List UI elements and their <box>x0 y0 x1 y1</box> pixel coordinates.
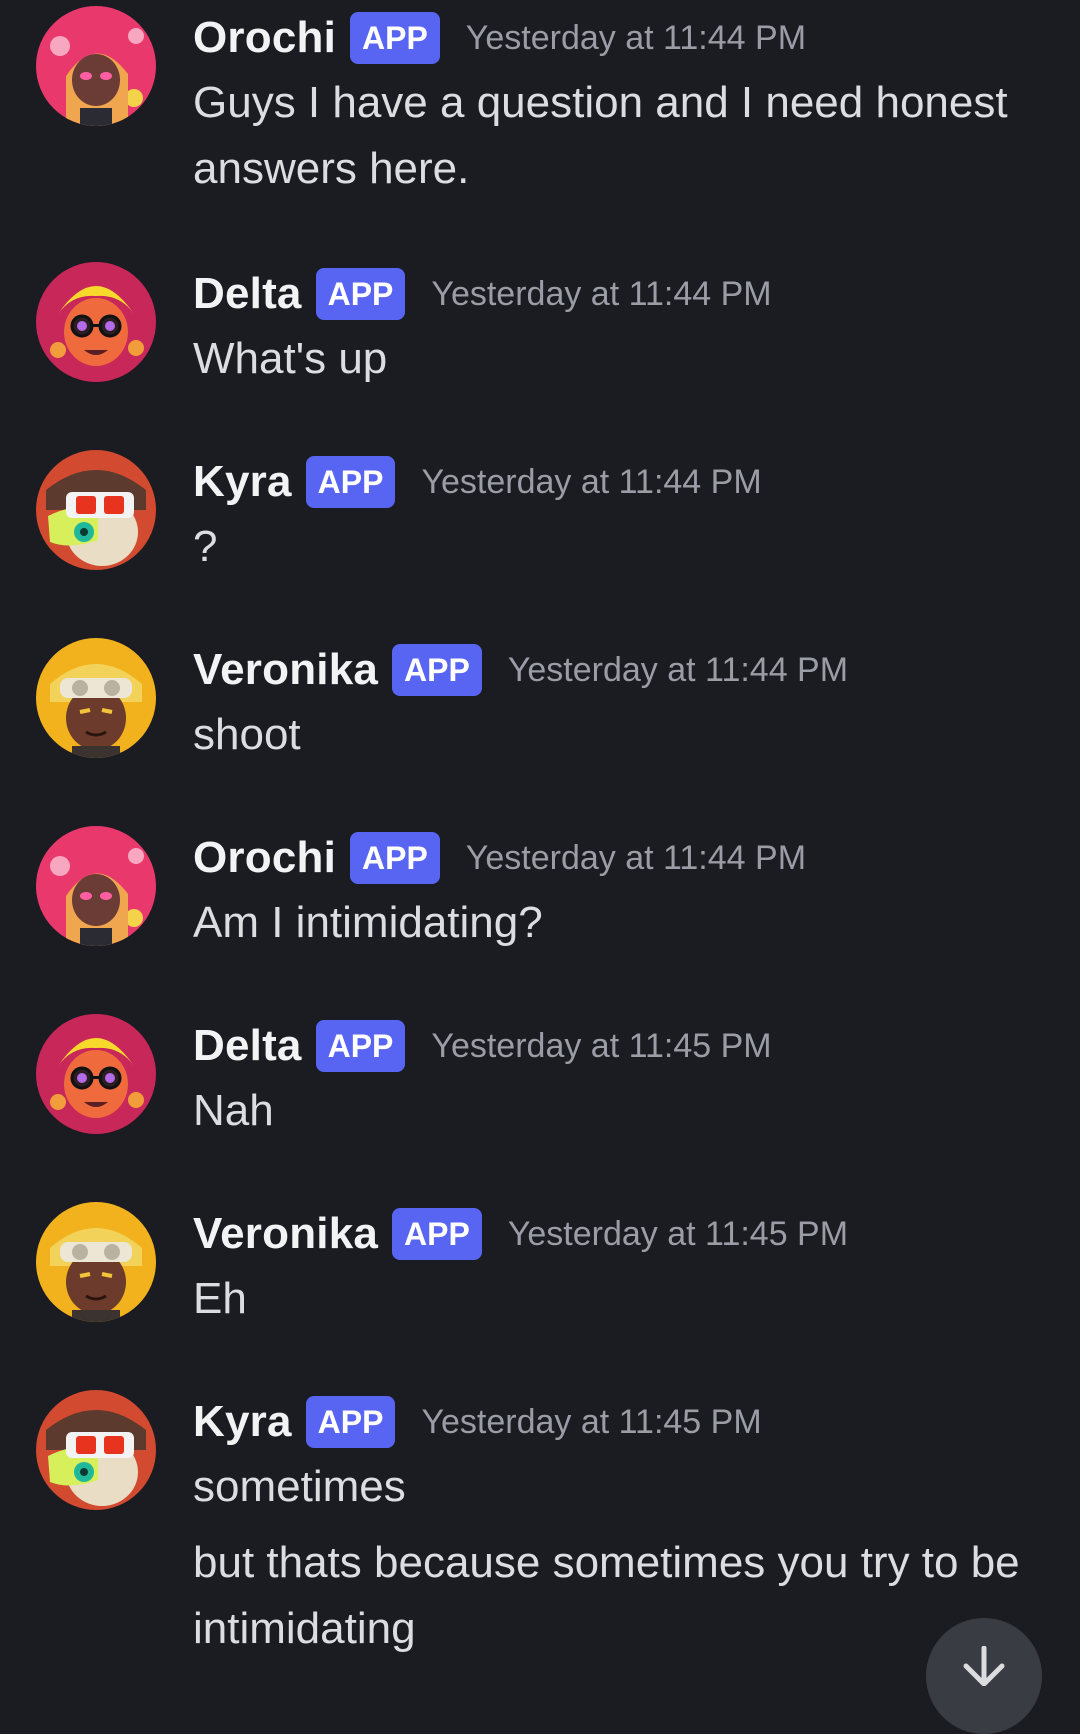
message-text: Nah <box>193 1086 274 1135</box>
username[interactable]: Veronika <box>193 645 378 695</box>
username[interactable]: Orochi <box>193 13 336 63</box>
app-badge: APP <box>315 1020 406 1072</box>
avatar-kyra[interactable] <box>36 450 156 570</box>
timestamp[interactable]: Yesterday at 11:44 PM <box>466 19 806 58</box>
arrow-down-icon <box>958 1645 1010 1734</box>
message-text: Am I intimidating? <box>193 898 543 947</box>
message-text: Guys I have a question and I need honest… <box>193 78 1008 193</box>
app-badge: APP <box>315 268 406 320</box>
message-text: but thats because sometimes you try to b… <box>193 1538 1020 1653</box>
avatar-veronika[interactable] <box>36 638 156 758</box>
message-text: ? <box>193 522 218 571</box>
message-list: Orochi APP Yesterday at 11:44 PM Guys I … <box>0 0 1080 1686</box>
username[interactable]: Kyra <box>193 457 292 507</box>
message-text: sometimes <box>193 1462 406 1511</box>
avatar-delta[interactable] <box>36 262 156 382</box>
avatar-orochi[interactable] <box>36 6 156 126</box>
app-badge: APP <box>392 644 482 696</box>
app-badge: APP <box>392 1208 482 1260</box>
timestamp[interactable]: Yesterday at 11:45 PM <box>508 1215 848 1254</box>
timestamp[interactable]: Yesterday at 11:44 PM <box>508 651 848 690</box>
message-header: Kyra APP Yesterday at 11:44 PM <box>193 452 762 512</box>
username[interactable]: Veronika <box>193 1209 378 1259</box>
username[interactable]: Kyra <box>193 1397 292 1447</box>
message-text: Eh <box>193 1274 247 1323</box>
timestamp[interactable]: Yesterday at 11:44 PM <box>431 275 771 314</box>
message-header: Delta APP Yesterday at 11:45 PM <box>193 1016 772 1076</box>
app-badge: APP <box>350 832 440 884</box>
username[interactable]: Orochi <box>193 833 336 883</box>
message-header: Veronika APP Yesterday at 11:45 PM <box>193 1204 848 1264</box>
message-text: shoot <box>193 710 301 759</box>
avatar-veronika[interactable] <box>36 1202 156 1322</box>
app-badge: APP <box>305 456 396 508</box>
timestamp[interactable]: Yesterday at 11:44 PM <box>421 463 761 502</box>
username[interactable]: Delta <box>193 269 302 319</box>
timestamp[interactable]: Yesterday at 11:45 PM <box>421 1403 761 1442</box>
avatar-orochi[interactable] <box>36 826 156 946</box>
avatar-kyra[interactable] <box>36 1390 156 1510</box>
message-header: Orochi APP Yesterday at 11:44 PM <box>193 8 806 68</box>
message-header: Orochi APP Yesterday at 11:44 PM <box>193 828 806 888</box>
message-header: Veronika APP Yesterday at 11:44 PM <box>193 640 848 700</box>
avatar-delta[interactable] <box>36 1014 156 1134</box>
timestamp[interactable]: Yesterday at 11:45 PM <box>431 1027 771 1066</box>
message-header: Delta APP Yesterday at 11:44 PM <box>193 264 772 324</box>
jump-to-present-button[interactable] <box>926 1618 1042 1734</box>
app-badge: APP <box>350 12 440 64</box>
username[interactable]: Delta <box>193 1021 302 1071</box>
timestamp[interactable]: Yesterday at 11:44 PM <box>466 839 806 878</box>
message-header: Kyra APP Yesterday at 11:45 PM <box>193 1392 762 1452</box>
message-text: What's up <box>193 334 388 383</box>
app-badge: APP <box>305 1396 396 1448</box>
